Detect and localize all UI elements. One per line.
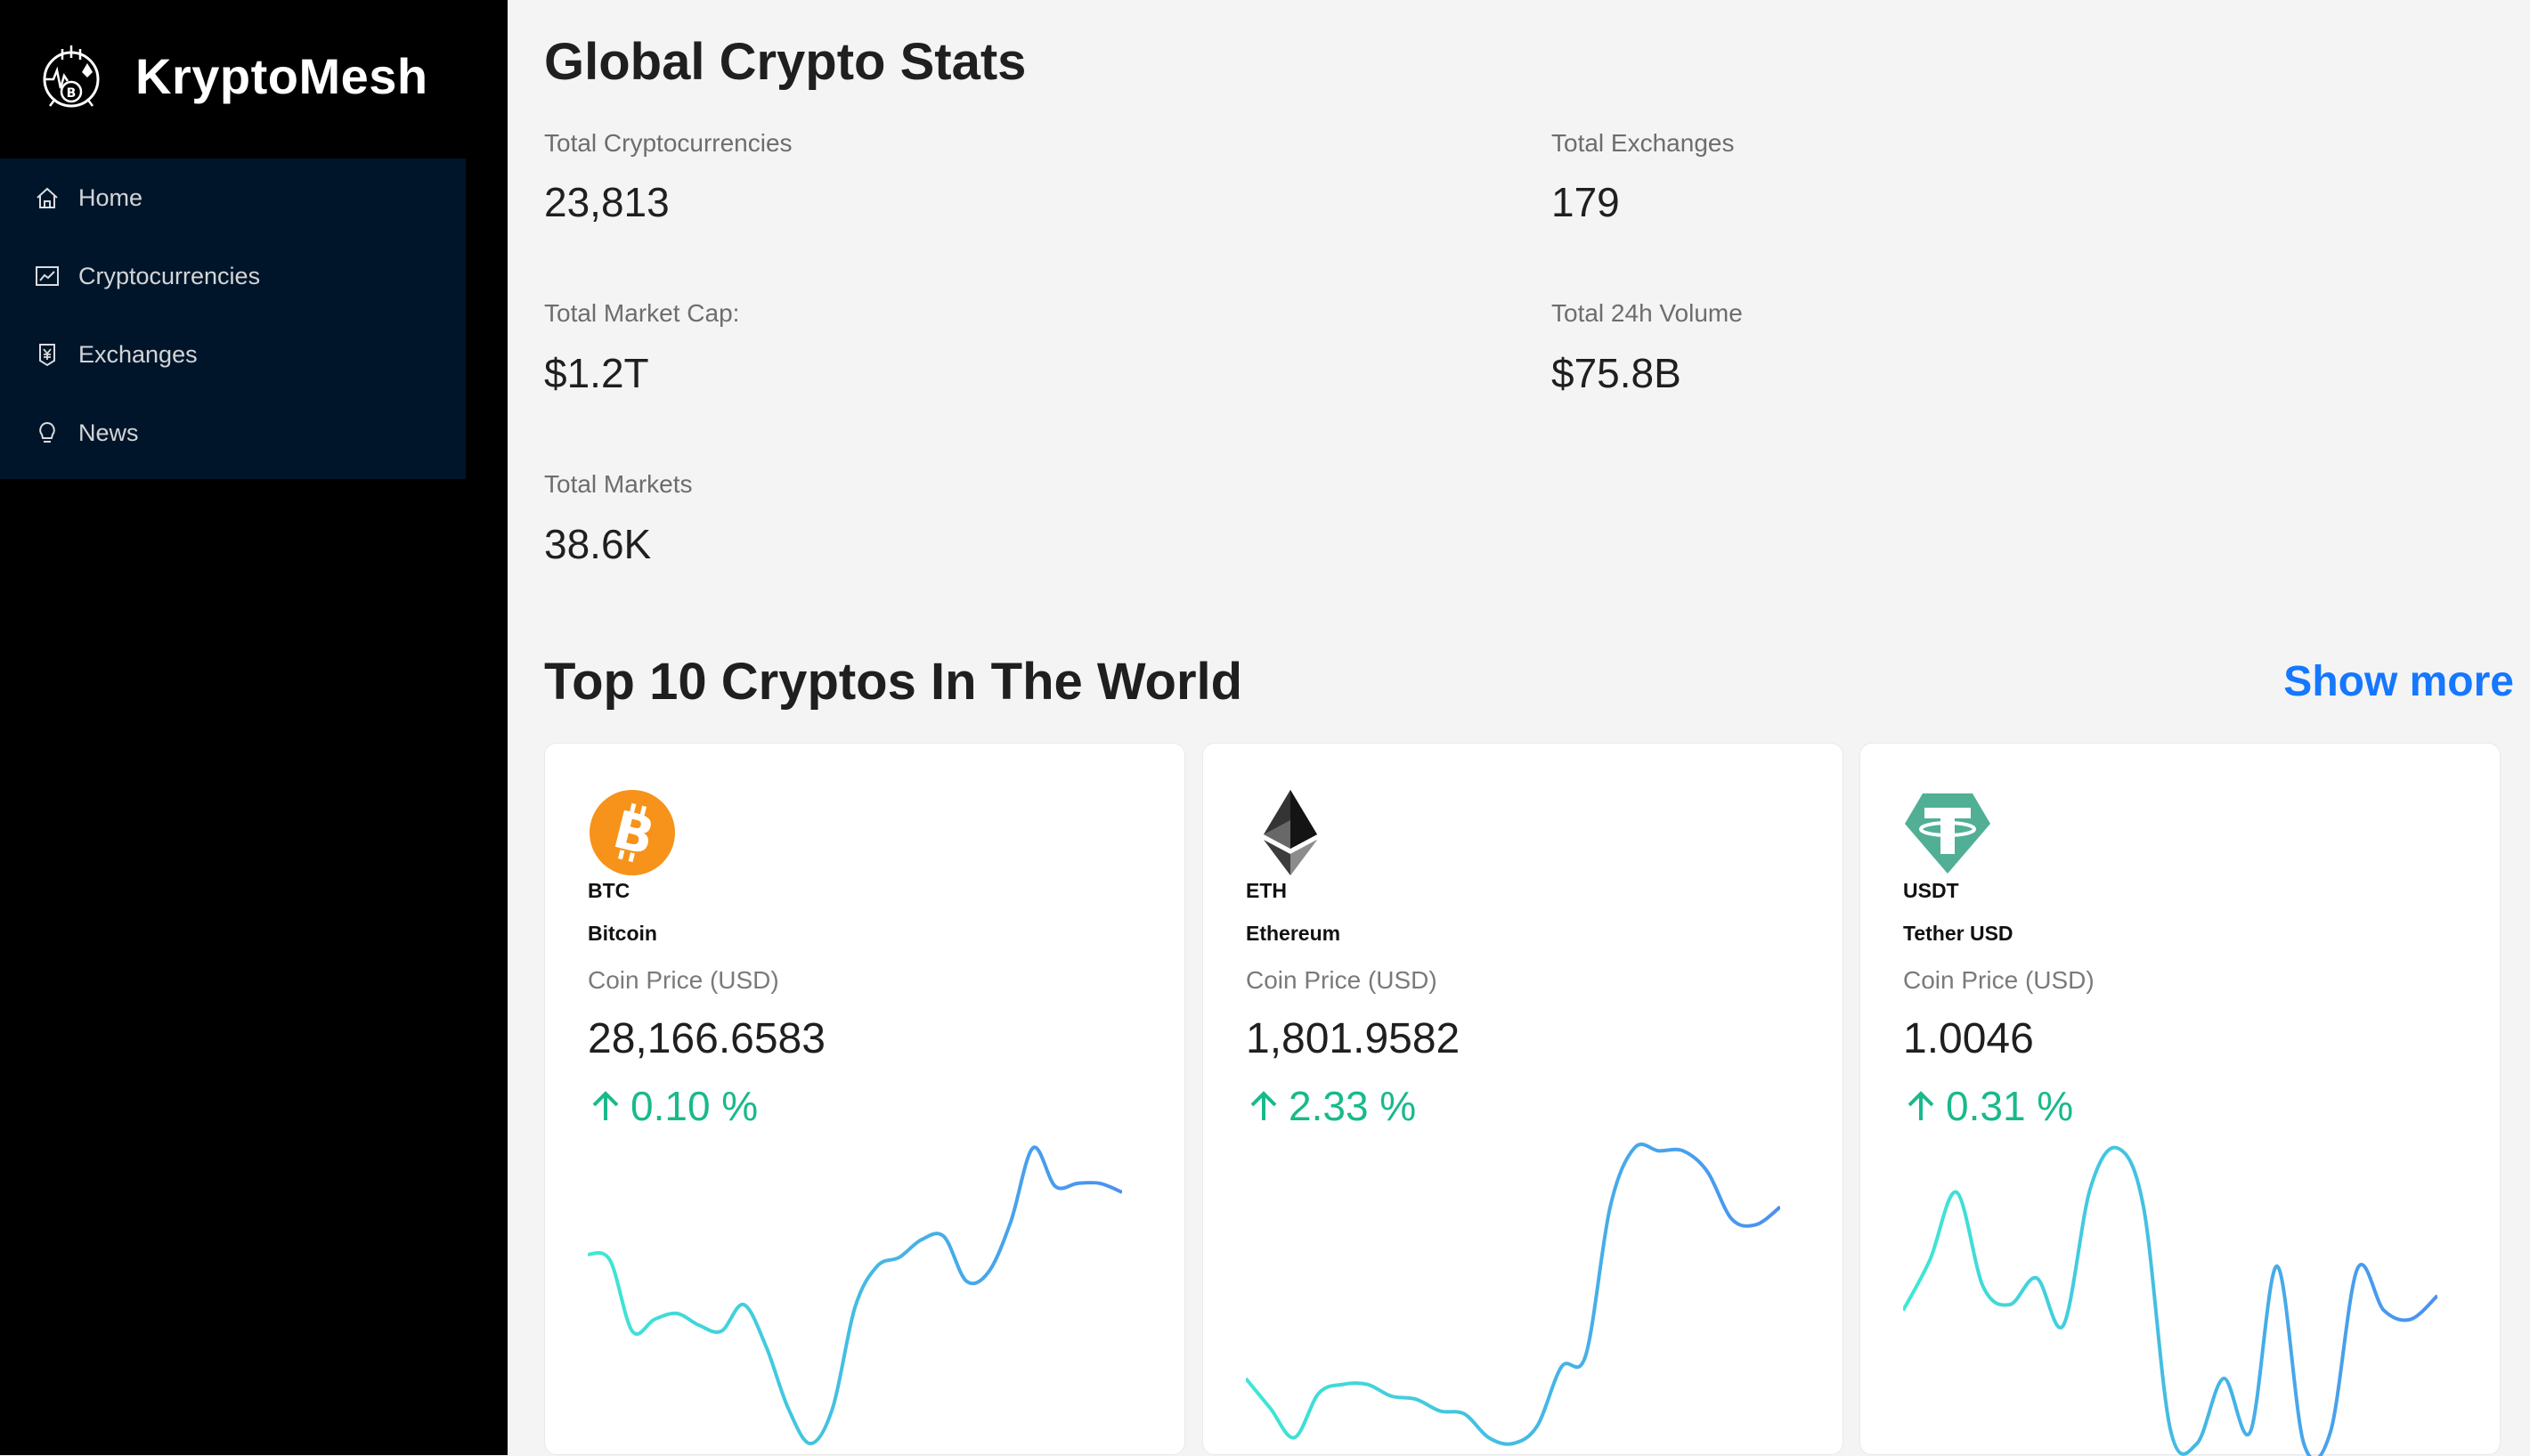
total-markets-value: 38.6K xyxy=(544,521,652,567)
coin-change-value: 0.31 % xyxy=(1946,1083,2074,1129)
svg-text:B: B xyxy=(67,86,77,101)
arrow-up-icon xyxy=(1908,1091,1934,1120)
coin-name: Tether USD xyxy=(1903,922,2013,945)
sidebar-item-label: Exchanges xyxy=(78,340,198,368)
total-exchanges-value: 179 xyxy=(1551,179,1620,225)
coin-card-usdt[interactable]: USDT Tether USD Coin Price (USD) 1.0046 … xyxy=(1859,743,2501,1456)
coin-name: Ethereum xyxy=(1246,922,1341,945)
coin-price-value: 1,801.9582 xyxy=(1246,1015,1460,1062)
brand-name: KryptoMesh xyxy=(135,47,428,104)
sparkline-line xyxy=(1246,1143,1780,1446)
arrow-up-icon xyxy=(1250,1091,1277,1120)
show-more-link[interactable]: Show more xyxy=(2283,657,2514,706)
brand[interactable]: B KryptoMesh xyxy=(36,37,428,114)
crypto-mesh-logo-icon: B xyxy=(43,45,100,108)
sidebar-item-home[interactable]: Home xyxy=(0,159,466,237)
ethereum-icon xyxy=(1264,790,1317,875)
coin-price-value: 28,166.6583 xyxy=(588,1015,826,1062)
sparkline-line xyxy=(1903,1145,2437,1456)
total-market-cap-value: $1.2T xyxy=(544,350,649,396)
bitcoin-icon: B xyxy=(590,790,675,875)
coin-change: 2.33 % xyxy=(1246,1082,1416,1130)
sidebar-item-cryptocurrencies[interactable]: Cryptocurrencies xyxy=(0,237,466,315)
coin-change-value: 0.10 % xyxy=(630,1083,759,1129)
sidebar: B KryptoMesh Home Cryptocurrencies Excha… xyxy=(0,0,508,1455)
global-stats-title: Global Crypto Stats xyxy=(544,33,1027,91)
total-24h-volume-value: $75.8B xyxy=(1551,350,1681,396)
sidebar-item-label: Cryptocurrencies xyxy=(78,262,261,289)
total-cryptocurrencies-value: 23,813 xyxy=(544,179,670,225)
total-exchanges-label: Total Exchanges xyxy=(1551,129,1735,157)
top-cryptos-title: Top 10 Cryptos In The World xyxy=(544,653,1243,711)
line-chart-icon xyxy=(36,266,59,286)
total-markets-label: Total Markets xyxy=(544,470,693,498)
sidebar-item-label: Home xyxy=(78,183,143,211)
sparkline-chart xyxy=(1246,1143,1780,1446)
sidebar-item-label: News xyxy=(78,419,139,446)
bulb-icon xyxy=(39,421,55,443)
sparkline-chart xyxy=(1903,1145,2437,1456)
sparkline-chart xyxy=(588,1145,1122,1445)
coin-name: Bitcoin xyxy=(588,922,657,945)
coin-symbol: ETH xyxy=(1246,879,1287,902)
total-cryptocurrencies-label: Total Cryptocurrencies xyxy=(544,129,793,157)
coin-price-value: 1.0046 xyxy=(1903,1015,2034,1062)
sparkline-line xyxy=(588,1145,1122,1445)
coin-price-label: Coin Price (USD) xyxy=(588,966,779,994)
money-collect-icon xyxy=(39,344,55,367)
coin-card-eth[interactable]: ETH Ethereum Coin Price (USD) 1,801.9582… xyxy=(1202,743,1843,1455)
arrow-up-icon xyxy=(592,1091,619,1120)
main-content: Global Crypto Stats Total Cryptocurrenci… xyxy=(508,0,2530,1456)
coin-symbol: USDT xyxy=(1903,879,1959,902)
home-icon xyxy=(37,187,58,208)
coin-change: 0.31 % xyxy=(1903,1082,2073,1130)
tether-icon xyxy=(1905,793,1990,874)
sidebar-item-news[interactable]: News xyxy=(0,394,466,472)
coin-change: 0.10 % xyxy=(588,1082,758,1130)
coin-symbol: BTC xyxy=(588,879,630,902)
coin-price-label: Coin Price (USD) xyxy=(1246,966,1437,994)
total-market-cap-label: Total Market Cap: xyxy=(544,299,740,327)
total-24h-volume-label: Total 24h Volume xyxy=(1551,299,1743,327)
coin-card-btc[interactable]: B BTC Bitcoin Coin Price (USD) 28,166.65… xyxy=(544,743,1185,1455)
coin-price-label: Coin Price (USD) xyxy=(1903,966,2095,994)
sidebar-item-exchanges[interactable]: Exchanges xyxy=(0,315,466,394)
coin-change-value: 2.33 % xyxy=(1289,1083,1417,1129)
sidebar-menu: Home Cryptocurrencies Exchanges News xyxy=(0,159,466,479)
